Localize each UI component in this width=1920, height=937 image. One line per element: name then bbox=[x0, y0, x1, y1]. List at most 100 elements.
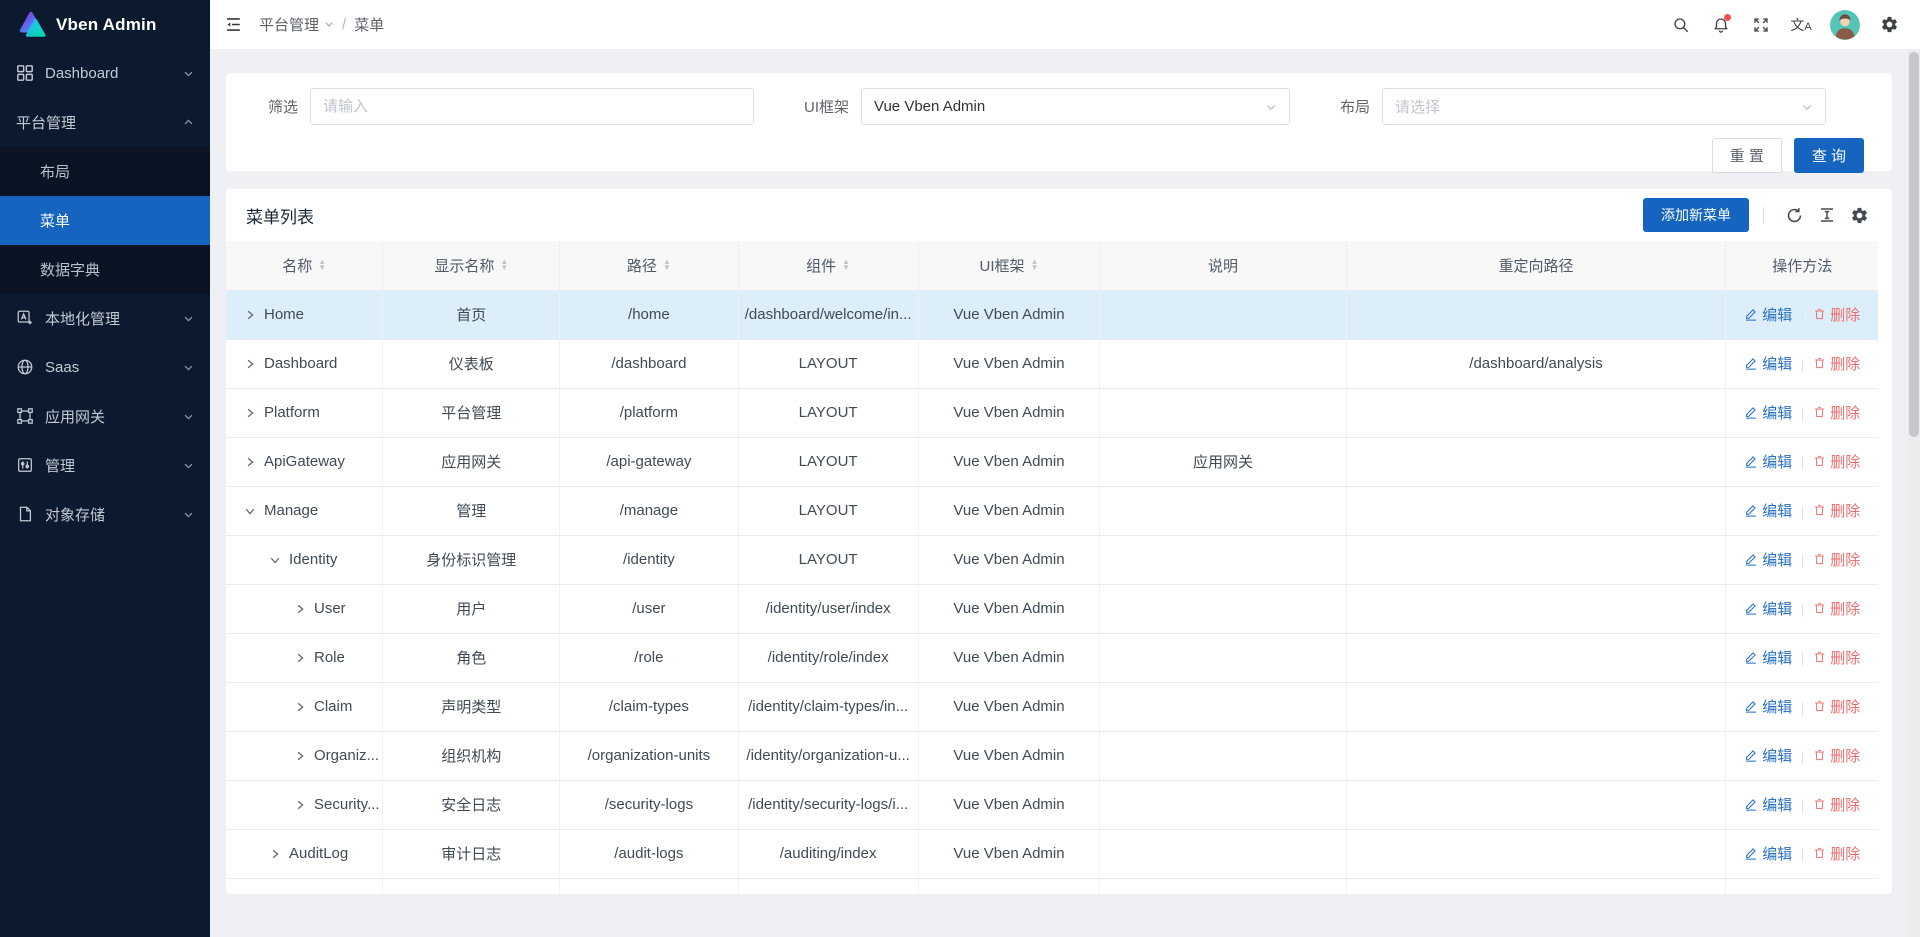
edit-link[interactable]: 编辑 bbox=[1744, 745, 1792, 766]
search-icon[interactable] bbox=[1664, 8, 1698, 42]
fullscreen-icon[interactable] bbox=[1744, 8, 1778, 42]
chevron-down-icon[interactable] bbox=[244, 505, 256, 517]
delete-link[interactable]: 删除 bbox=[1813, 402, 1860, 423]
table-row: Platform平台管理/platformLAYOUTVue Vben Admi… bbox=[226, 388, 1878, 437]
column-label: 名称 bbox=[282, 255, 312, 276]
column-settings-gear-icon[interactable] bbox=[1850, 206, 1869, 225]
action-divider bbox=[1802, 751, 1803, 764]
row-component: /dashboard/welcome/in... bbox=[738, 290, 918, 339]
delete-link[interactable]: 删除 bbox=[1813, 843, 1860, 864]
delete-link[interactable]: 删除 bbox=[1813, 647, 1860, 668]
delete-link[interactable]: 删除 bbox=[1813, 353, 1860, 374]
breadcrumb-menu[interactable]: 菜单 bbox=[354, 14, 384, 35]
toolbar-divider bbox=[1763, 207, 1764, 224]
row-path: /audit-logs bbox=[560, 829, 738, 878]
search-button[interactable]: 查 询 bbox=[1794, 138, 1864, 173]
translate-icon[interactable]: 文A bbox=[1784, 8, 1818, 42]
edit-link[interactable]: 编辑 bbox=[1744, 892, 1792, 894]
edit-link[interactable]: 编辑 bbox=[1744, 794, 1792, 815]
reset-button[interactable]: 重 置 bbox=[1712, 138, 1782, 173]
breadcrumb-label: 平台管理 bbox=[259, 14, 319, 35]
sort-icon[interactable]: ▲▼ bbox=[318, 259, 326, 271]
column-header[interactable]: 组件▲▼ bbox=[738, 241, 918, 290]
delete-link[interactable]: 删除 bbox=[1813, 304, 1860, 325]
row-actions: 编辑删除 bbox=[1726, 584, 1878, 633]
breadcrumb: 平台管理 / 菜单 bbox=[259, 14, 384, 35]
layout-select[interactable]: 请选择 bbox=[1382, 88, 1826, 125]
sidebar-item-gateway[interactable]: 应用网关 bbox=[0, 392, 210, 441]
delete-link[interactable]: 删除 bbox=[1813, 598, 1860, 619]
chevron-right-icon[interactable] bbox=[294, 701, 306, 713]
chevron-right-icon[interactable] bbox=[294, 603, 306, 615]
chevron-right-icon[interactable] bbox=[244, 358, 256, 370]
row-actions: 编辑删除 bbox=[1726, 633, 1878, 682]
edit-link[interactable]: 编辑 bbox=[1744, 549, 1792, 570]
edit-link[interactable]: 编辑 bbox=[1744, 647, 1792, 668]
delete-link[interactable]: 删除 bbox=[1813, 892, 1860, 894]
row-redirect: /dashboard/analysis bbox=[1346, 339, 1726, 388]
chevron-right-icon[interactable] bbox=[244, 456, 256, 468]
edit-link[interactable]: 编辑 bbox=[1744, 353, 1792, 374]
delete-link[interactable]: 删除 bbox=[1813, 745, 1860, 766]
edit-link[interactable]: 编辑 bbox=[1744, 451, 1792, 472]
edit-link[interactable]: 编辑 bbox=[1744, 402, 1792, 423]
action-divider bbox=[1802, 408, 1803, 421]
sidebar-item-saas[interactable]: Saas bbox=[0, 343, 210, 392]
chevron-right-icon[interactable] bbox=[294, 750, 306, 762]
breadcrumb-platform[interactable]: 平台管理 bbox=[259, 14, 334, 35]
delete-link[interactable]: 删除 bbox=[1813, 500, 1860, 521]
column-header[interactable]: 显示名称 ▲▼ bbox=[383, 241, 560, 290]
page-scrollbar[interactable] bbox=[1908, 49, 1920, 937]
edit-link[interactable]: 编辑 bbox=[1744, 500, 1792, 521]
row-height-icon[interactable] bbox=[1818, 206, 1836, 224]
settings-gear-icon[interactable] bbox=[1872, 8, 1906, 42]
column-header[interactable]: UI框架▲▼ bbox=[918, 241, 1100, 290]
edit-link[interactable]: 编辑 bbox=[1744, 843, 1792, 864]
add-menu-button[interactable]: 添加新菜单 bbox=[1643, 198, 1749, 232]
sort-icon[interactable]: ▲▼ bbox=[663, 259, 671, 271]
edit-link[interactable]: 编辑 bbox=[1744, 696, 1792, 717]
filter-input[interactable] bbox=[310, 88, 754, 125]
sidebar-item-manage[interactable]: 管理 bbox=[0, 441, 210, 490]
edit-link[interactable]: 编辑 bbox=[1744, 598, 1792, 619]
column-label: 显示名称 bbox=[434, 255, 494, 276]
refresh-icon[interactable] bbox=[1785, 206, 1804, 225]
delete-link[interactable]: 删除 bbox=[1813, 696, 1860, 717]
sidebar-item-localization[interactable]: 本地化管理 bbox=[0, 294, 210, 343]
user-avatar[interactable] bbox=[1830, 10, 1860, 40]
chevron-down-icon[interactable] bbox=[269, 554, 281, 566]
sidebar-item-platform[interactable]: 平台管理 bbox=[0, 98, 210, 147]
app-logo[interactable]: Vben Admin bbox=[0, 0, 210, 49]
sort-icon[interactable]: ▲▼ bbox=[842, 259, 850, 271]
row-name: Identity bbox=[289, 551, 337, 568]
sort-icon[interactable]: ▲▼ bbox=[1031, 259, 1039, 271]
sidebar-item-storage[interactable]: 对象存储 bbox=[0, 490, 210, 539]
chevron-right-icon[interactable] bbox=[294, 652, 306, 664]
column-label: 说明 bbox=[1208, 255, 1238, 276]
chevron-right-icon[interactable] bbox=[244, 407, 256, 419]
framework-select[interactable]: Vue Vben Admin bbox=[861, 88, 1290, 125]
chevron-right-icon[interactable] bbox=[244, 309, 256, 321]
row-path: /organization-units bbox=[560, 731, 738, 780]
row-redirect bbox=[1346, 731, 1726, 780]
delete-link[interactable]: 删除 bbox=[1813, 794, 1860, 815]
row-display-name: 声明类型 bbox=[383, 682, 560, 731]
sort-icon[interactable]: ▲▼ bbox=[500, 259, 508, 271]
sidebar-item-dictionary[interactable]: 数据字典 bbox=[0, 245, 210, 294]
scrollbar-thumb[interactable] bbox=[1909, 52, 1919, 437]
sidebar-item-menu[interactable]: 菜单 bbox=[0, 196, 210, 245]
row-framework: Vue Vben Admin bbox=[918, 878, 1100, 894]
row-path: /home bbox=[560, 290, 738, 339]
row-component: LAYOUT bbox=[738, 437, 918, 486]
column-header[interactable]: 路径▲▼ bbox=[560, 241, 738, 290]
sidebar-item-dashboard[interactable]: Dashboard bbox=[0, 49, 210, 98]
notification-bell-icon[interactable] bbox=[1704, 8, 1738, 42]
sidebar-item-layout[interactable]: 布局 bbox=[0, 147, 210, 196]
delete-link[interactable]: 删除 bbox=[1813, 451, 1860, 472]
column-header[interactable]: 名称 ▲▼ bbox=[226, 241, 383, 290]
chevron-right-icon[interactable] bbox=[269, 848, 281, 860]
chevron-right-icon[interactable] bbox=[294, 799, 306, 811]
edit-link[interactable]: 编辑 bbox=[1744, 304, 1792, 325]
sidebar-collapse-button[interactable] bbox=[224, 15, 243, 34]
delete-link[interactable]: 删除 bbox=[1813, 549, 1860, 570]
